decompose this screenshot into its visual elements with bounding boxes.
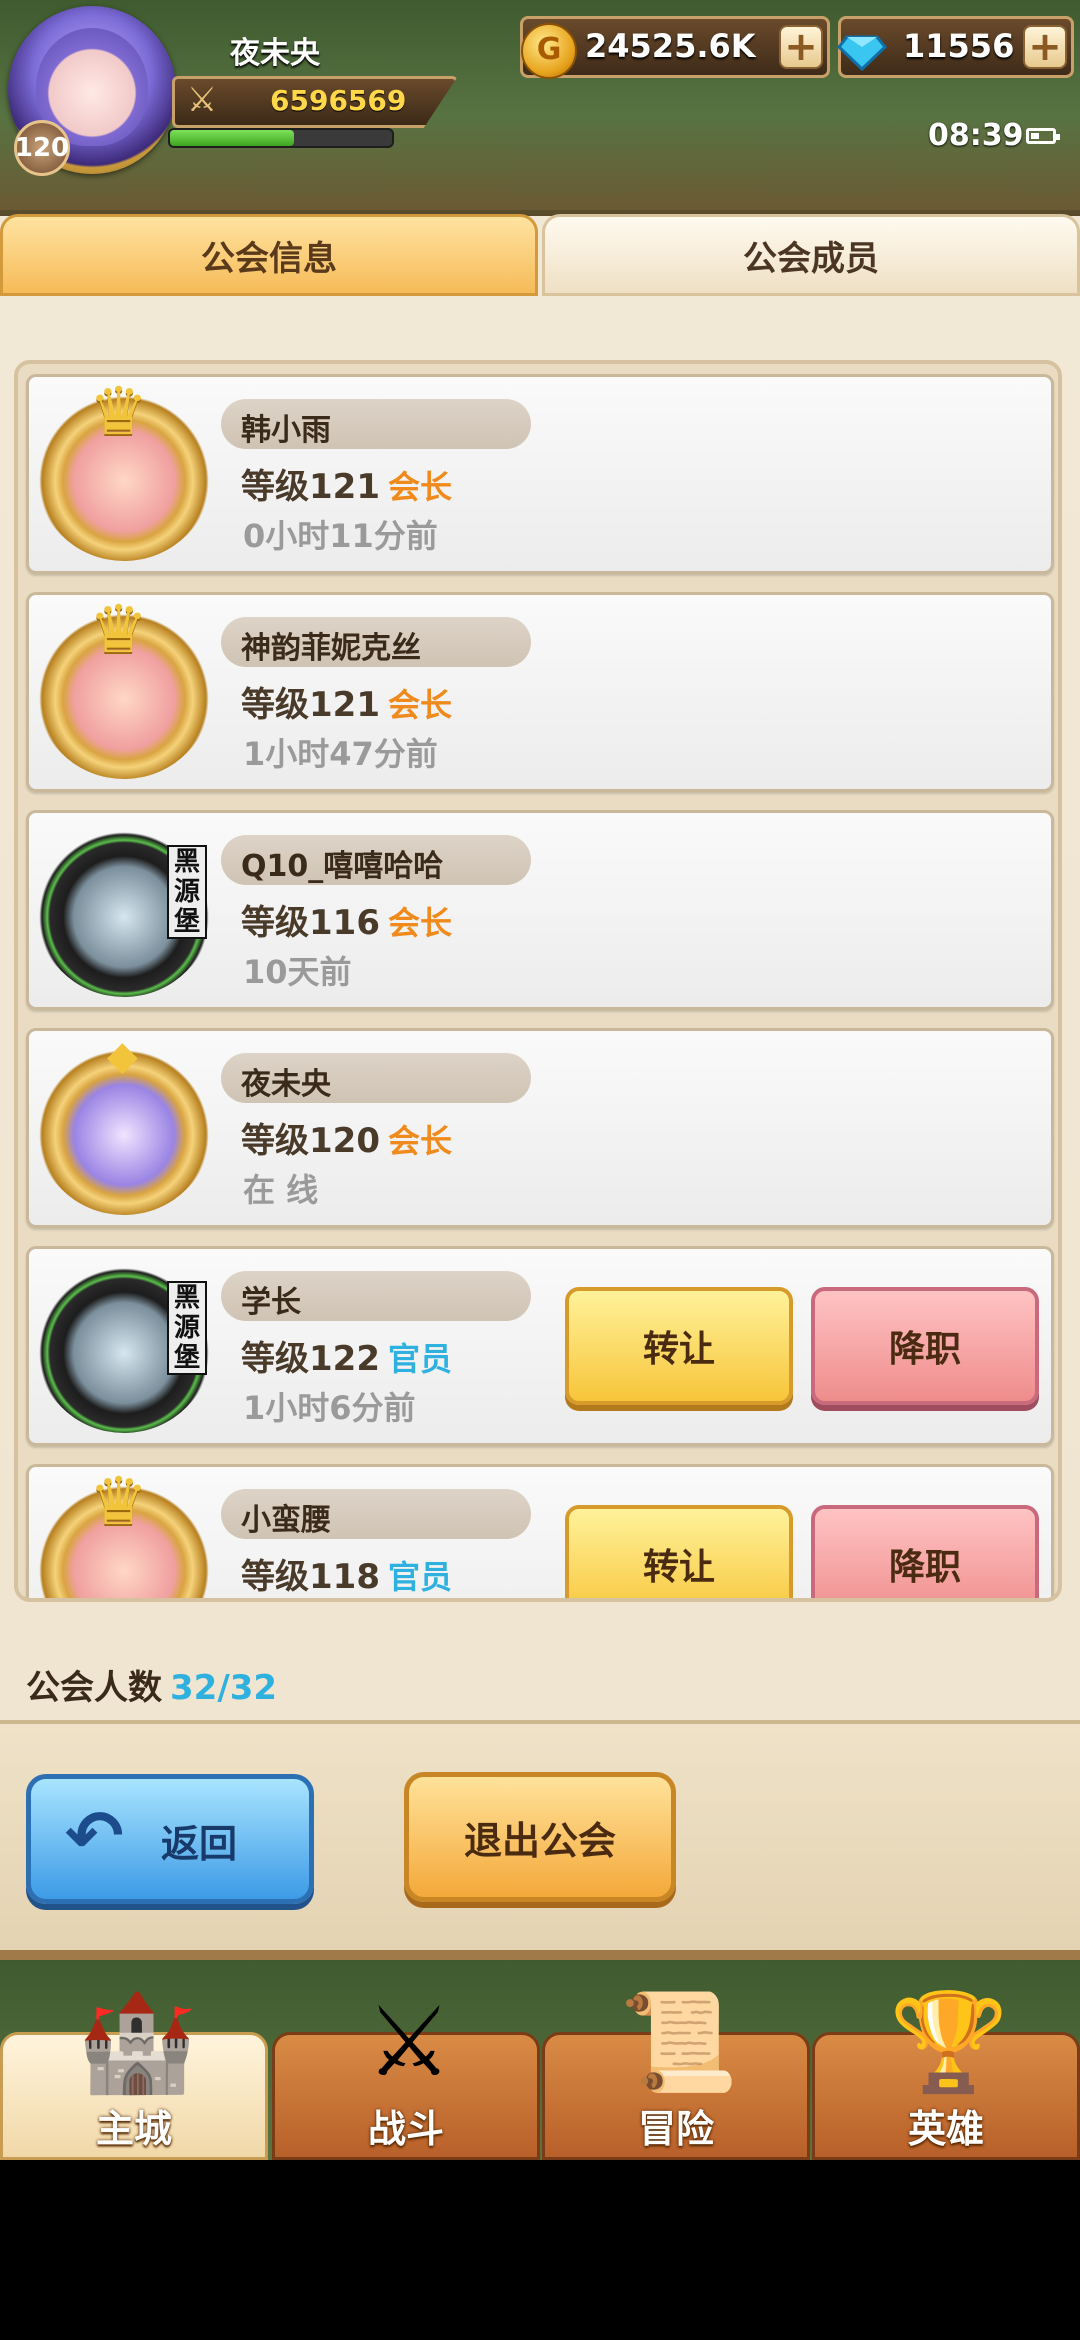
member-name: 学长	[241, 1285, 301, 1320]
role-badge: 官员	[387, 1340, 452, 1378]
member-avatar[interactable]	[35, 819, 213, 997]
member-list: 韩小雨 等级121会长 0小时11分前 神韵菲妮克丝 等级121会长 1小时47…	[26, 373, 1054, 1598]
clock-time: 08:39	[928, 118, 1024, 153]
nav-label: 冒险	[637, 2107, 714, 2151]
member-level: 等级122 官员	[241, 1331, 452, 1380]
last-online: 在 线	[243, 1171, 319, 1209]
member-name: 小蛮腰	[241, 1503, 331, 1538]
member-name: Q10_嘻嘻哈哈	[241, 849, 444, 884]
tab-guild-info[interactable]: 公会信息	[0, 214, 538, 296]
member-level: 等级120 会长	[241, 1113, 452, 1162]
nav-label: 英雄	[907, 2107, 984, 2151]
member-row[interactable]: 韩小雨 等级121会长 0小时11分前	[26, 373, 1054, 574]
member-row[interactable]: 小蛮腰 等级118官员 转让 降职	[26, 1463, 1054, 1598]
level-text: 等级121	[241, 685, 380, 725]
demote-button[interactable]: 降职	[811, 1287, 1039, 1405]
add-gems-button[interactable]: +	[1023, 25, 1067, 69]
role-badge: 会长	[387, 686, 452, 724]
last-online: 0小时11分前	[243, 517, 438, 555]
member-avatar[interactable]	[35, 373, 213, 561]
member-avatar[interactable]	[35, 1463, 213, 1598]
player-name: 夜未央	[230, 36, 320, 71]
back-button[interactable]: ↶ 返回	[26, 1774, 314, 1904]
member-list-panel[interactable]: 韩小雨 等级121会长 0小时11分前 神韵菲妮克丝 等级121会长 1小时47…	[14, 360, 1062, 1602]
nav-main-city[interactable]: 🏰 主城	[0, 1986, 268, 2160]
bottom-navigation: 🏰 主城 ⚔ 战斗 📜 冒险 🏆 英雄	[0, 1960, 1080, 2160]
castle-icon: 🏰	[77, 1986, 197, 2098]
nav-label: 主城	[95, 2107, 172, 2151]
transfer-leadership-button[interactable]: 转让	[565, 1287, 793, 1405]
member-name: 神韵菲妮克丝	[241, 631, 421, 666]
coin-icon: G	[521, 23, 577, 79]
level-text: 等级120	[241, 1121, 380, 1161]
member-avatar[interactable]	[35, 1033, 213, 1215]
combat-power-icon: ⚔	[186, 80, 218, 120]
crossed-swords-icon: ⚔	[365, 1986, 453, 2098]
member-avatar[interactable]	[35, 1255, 213, 1433]
tab-guild-members[interactable]: 公会成员	[542, 214, 1080, 296]
count-label-text: 公会人数	[26, 1668, 162, 1708]
member-level: 等级121 会长	[241, 459, 452, 508]
member-avatar[interactable]	[35, 591, 213, 779]
top-header: 120 夜未央 ⚔ 6596569 G 24525.6K + 11556 + 0…	[0, 0, 1080, 210]
nav-adventure[interactable]: 📜 冒险	[542, 1986, 810, 2160]
gem-counter: 11556 +	[837, 16, 1074, 78]
last-online: 10天前	[243, 953, 352, 991]
gold-counter: G 24525.6K +	[520, 16, 830, 79]
guild-tabs: 公会信息 公会成员	[0, 210, 1080, 296]
member-level: 等级116 会长	[241, 895, 452, 944]
member-row[interactable]: 夜未央 等级120会长 在 线	[26, 1028, 1054, 1228]
role-badge: 会长	[387, 904, 452, 942]
hero-emblem-icon: 🏆	[889, 1986, 1009, 2098]
member-level: 等级121 会长	[241, 677, 452, 726]
diamond-icon	[837, 35, 887, 72]
level-text: 等级116	[241, 903, 380, 943]
role-badge: 官员	[387, 1558, 452, 1596]
nav-label: 战斗	[367, 2107, 444, 2151]
role-badge: 会长	[387, 1122, 452, 1160]
game-screen: 120 夜未央 ⚔ 6596569 G 24525.6K + 11556 + 0…	[0, 0, 1080, 2160]
add-gold-button[interactable]: +	[779, 25, 823, 69]
gem-value: 11556	[903, 27, 1015, 65]
battery-icon	[1026, 128, 1060, 144]
transfer-leadership-button[interactable]: 转让	[565, 1505, 793, 1598]
member-level: 等级118 官员	[241, 1549, 452, 1598]
scroll-map-icon: 📜	[619, 1986, 739, 2098]
role-badge: 会长	[387, 468, 452, 506]
leave-guild-button[interactable]: 退出公会	[404, 1772, 676, 1902]
level-text: 等级121	[241, 467, 380, 507]
experience-fill	[170, 130, 295, 146]
level-text: 等级122	[241, 1339, 380, 1379]
count-value: 32/32	[170, 1668, 278, 1708]
member-row[interactable]: 学长 等级122官员 1小时6分前 转让 降职	[26, 1246, 1054, 1446]
back-label: 返回	[161, 1822, 238, 1866]
guild-member-count: 公会人数 32/32	[26, 1660, 277, 1709]
player-level-badge: 120	[14, 120, 70, 176]
member-name: 夜未央	[241, 1067, 331, 1102]
member-row[interactable]: 神韵菲妮克丝 等级121会长 1小时47分前	[26, 591, 1054, 792]
combat-power-value: 6596569	[270, 84, 407, 117]
level-text: 等级118	[241, 1557, 380, 1597]
return-arrow-icon: ↶	[65, 1795, 124, 1877]
gold-value: 24525.6K	[585, 27, 756, 65]
nav-heroes[interactable]: 🏆 英雄	[812, 1986, 1080, 2160]
last-online: 1小时47分前	[243, 735, 438, 773]
nav-battle[interactable]: ⚔ 战斗	[272, 1986, 540, 2160]
experience-bar	[168, 128, 394, 148]
last-online: 1小时6分前	[243, 1389, 416, 1427]
member-name: 韩小雨	[241, 413, 331, 448]
member-row[interactable]: Q10_嘻嘻哈哈 等级116会长 10天前	[26, 810, 1054, 1010]
demote-button[interactable]: 降职	[811, 1505, 1039, 1598]
